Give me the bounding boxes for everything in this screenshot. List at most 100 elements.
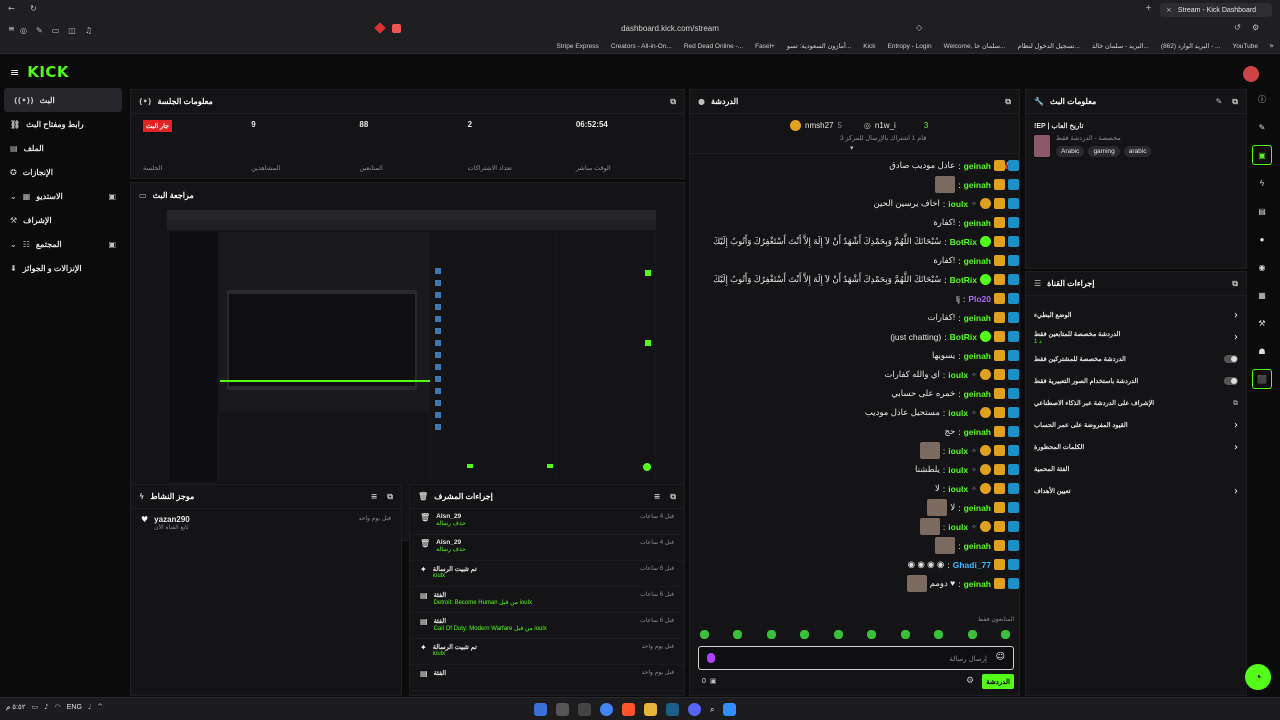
rewards-icon[interactable] (392, 24, 401, 33)
brave-shield-icon[interactable] (374, 22, 386, 34)
quick-emote-icon[interactable] (1000, 630, 1010, 639)
chat-username[interactable]: ioulx (948, 408, 968, 418)
chat-username[interactable]: ioulx (948, 465, 968, 475)
popout-icon[interactable]: ⧉ (670, 492, 676, 502)
chat-username[interactable]: BotRix (950, 332, 977, 342)
bookmark-item[interactable]: Kick (863, 43, 875, 50)
popout-icon[interactable]: ⧉ (670, 97, 676, 107)
discord-icon[interactable] (688, 703, 701, 716)
mic-icon[interactable]: ♩ (88, 703, 91, 711)
edit-icon[interactable]: ✎ (1216, 97, 1223, 106)
rail-icon-6[interactable]: ● (1252, 229, 1272, 249)
support-chat-icon[interactable]: ◔ (1245, 664, 1271, 690)
emoji-icon[interactable]: ☺ (996, 652, 1005, 662)
chevron-right-icon[interactable]: › (1234, 332, 1238, 343)
chat-username[interactable]: BotRix (950, 275, 977, 285)
quick-emote-icon[interactable] (867, 630, 877, 639)
popout-icon[interactable]: ⧉ (1232, 97, 1238, 107)
edit-icon[interactable]: ✎ (1252, 117, 1272, 137)
chat-username[interactable]: geinah (964, 503, 991, 513)
chat-send-button[interactable]: الدردشة (982, 674, 1014, 689)
chevron-right-icon[interactable]: › (1234, 442, 1238, 453)
gift-icon[interactable]: ▣ (710, 677, 717, 685)
rail-icon-5[interactable]: ▤ (1252, 201, 1272, 221)
tab-active[interactable]: × Stream - Kick Dashboard (1160, 3, 1272, 17)
tray-lang[interactable]: ENG (67, 704, 82, 711)
brave-icon[interactable] (622, 703, 635, 716)
rail-icon-3[interactable]: ▣ (1252, 145, 1272, 165)
chevron-down-icon[interactable]: ⌄ (10, 192, 17, 201)
chat-username[interactable]: geinah (964, 427, 991, 437)
split-icon[interactable]: ◫ (68, 25, 76, 35)
chat-username[interactable]: geinah (964, 256, 991, 266)
reload-icon[interactable]: ↻ (30, 4, 37, 13)
chat-input[interactable]: إرسال رسالة ☺ (698, 646, 1014, 670)
volume-icon[interactable]: ♪ (44, 703, 48, 711)
rail-icon-4[interactable]: ϟ (1252, 173, 1272, 193)
bookmark-item[interactable]: Entropy - Login (888, 43, 932, 50)
stream-tag[interactable]: Arabic (1056, 146, 1085, 157)
quick-emote-icon[interactable] (800, 630, 810, 639)
chevron-right-icon[interactable]: › (1234, 310, 1238, 321)
sidebar-item[interactable]: ⛓ رابط ومفتاح البث (0, 112, 126, 136)
quick-emote-icon[interactable] (934, 630, 944, 639)
emote-picker-icon[interactable] (707, 653, 715, 663)
sidebar-item[interactable]: ⌄ ▦ الاستديو ▣ (0, 184, 126, 208)
rail-icon-8[interactable]: ▦ (1252, 285, 1272, 305)
music-icon[interactable]: ♫ (85, 25, 92, 35)
chat-username[interactable]: Plo20 (968, 294, 991, 304)
channel-action-item[interactable]: الإشراف على الدردشة عبر الذكاء الاصطناعي… (1026, 392, 1246, 414)
bookmark-item[interactable]: Fasel+ (755, 43, 775, 50)
rail-icon-7[interactable]: ◉ (1252, 257, 1272, 277)
more-bookmarks-icon[interactable]: » (1269, 41, 1274, 50)
windows-start-icon[interactable] (723, 703, 737, 716)
chat-username[interactable]: Ghadi_77 (953, 560, 991, 570)
chat-username[interactable]: ioulx (948, 446, 968, 456)
bookmark-item[interactable]: Red Dead Online -... (684, 43, 743, 50)
steam-icon[interactable] (666, 703, 679, 716)
toggle-switch[interactable] (1224, 355, 1238, 363)
sidebar-item[interactable]: ⌄ ☷ المجتمع ▣ (0, 232, 126, 256)
sidebar-item[interactable]: ⬇ الإنزالات و الجوائز (0, 256, 126, 280)
sidebar-item[interactable]: ⚒ الإشراف (0, 208, 126, 232)
chat-username[interactable]: geinah (964, 161, 991, 171)
chrome-icon[interactable] (600, 703, 613, 716)
channel-action-item[interactable]: الدردشة مخصصة للمتابعين فقط 1 د › (1026, 326, 1246, 348)
channel-action-item[interactable]: الكلمات المحظورة › (1026, 436, 1246, 458)
chevron-down-icon[interactable]: ⌄ (10, 240, 17, 249)
bookmark-item[interactable]: البريد - سلمان خالد... (1092, 42, 1149, 50)
user-avatar[interactable] (1243, 66, 1259, 82)
folder-icon[interactable] (644, 703, 657, 716)
bookmark-item[interactable]: (862) البريد الوارد - ... (1161, 42, 1221, 50)
history-icon[interactable]: ↺ (1234, 23, 1241, 32)
quick-emote-icon[interactable] (700, 630, 709, 639)
quick-emote-icon[interactable] (766, 630, 776, 639)
channel-action-item[interactable]: الدردشة باستخدام الصور التعبيرية فقط (1026, 370, 1246, 392)
toggle-switch[interactable] (1224, 377, 1238, 385)
popout-icon[interactable]: ⧉ (1005, 97, 1011, 107)
rail-icon-9[interactable]: ⚒ (1252, 313, 1272, 333)
window-icon[interactable]: ▭ (52, 25, 60, 35)
back-icon[interactable]: ← (8, 4, 15, 13)
popout-icon[interactable]: ⧉ (387, 492, 393, 502)
chat-username[interactable]: geinah (964, 579, 991, 589)
bookmark-item[interactable]: تسجيل الدخول لنظام... (1018, 42, 1080, 50)
chevron-right-icon[interactable]: › (1234, 486, 1238, 497)
bookmark-item[interactable]: YouTube (1232, 43, 1258, 50)
stream-tag[interactable]: gaming (1088, 146, 1120, 157)
pin-icon[interactable]: ✎ (36, 25, 43, 35)
search-icon[interactable]: ⌕ (710, 705, 714, 715)
bookmark-item[interactable]: Stripe Express (557, 43, 599, 50)
channel-action-item[interactable]: تعيين الأهداف › (1026, 480, 1246, 502)
stream-video[interactable] (167, 210, 656, 482)
wifi-icon[interactable]: ◠ (55, 703, 61, 711)
bookmark-item[interactable]: Welcome, سلمان خا... (944, 42, 1006, 50)
chevron-down-icon[interactable]: ▾ (850, 144, 854, 152)
chat-username[interactable]: geinah (964, 389, 991, 399)
stream-tag[interactable]: arabic (1123, 146, 1152, 157)
new-tab-icon[interactable]: + (1145, 3, 1152, 12)
chat-username[interactable]: BotRix (950, 237, 977, 247)
tab-close-icon[interactable]: × (1166, 6, 1172, 14)
add-icon[interactable]: ▣ (108, 240, 116, 249)
chat-username[interactable]: ioulx (948, 484, 968, 494)
